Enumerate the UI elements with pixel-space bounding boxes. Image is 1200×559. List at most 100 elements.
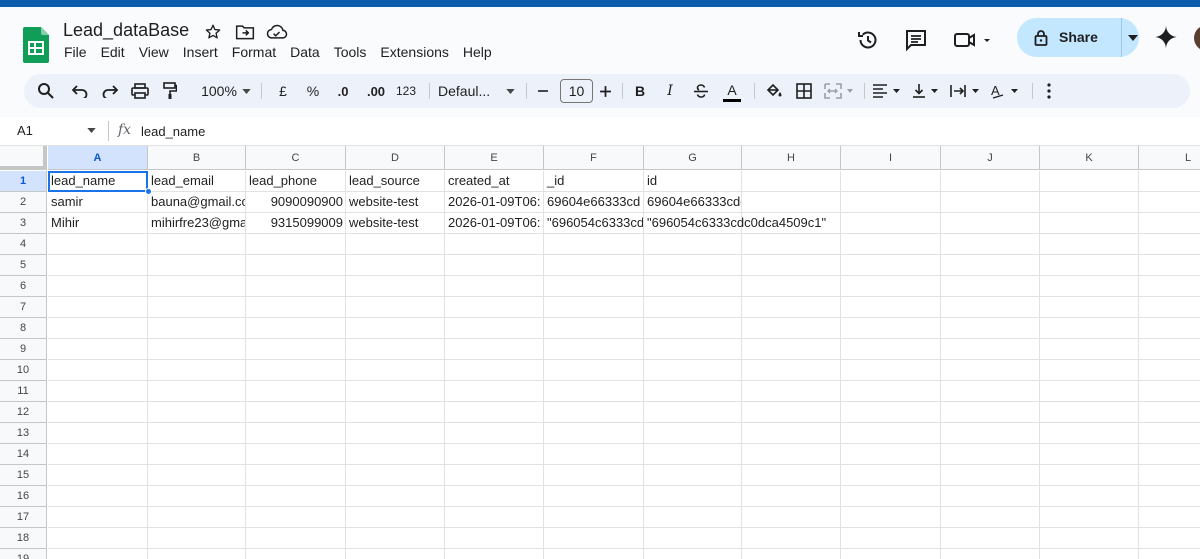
column-header-d[interactable]: D xyxy=(346,146,445,170)
text-wrapping-icon[interactable] xyxy=(948,74,984,108)
cell-c19[interactable] xyxy=(246,549,346,559)
cell-i10[interactable] xyxy=(841,360,941,381)
cell-g19[interactable] xyxy=(644,549,742,559)
cell-e19[interactable] xyxy=(445,549,544,559)
column-header-e[interactable]: E xyxy=(445,146,544,170)
cell-g9[interactable] xyxy=(644,339,742,360)
cell-d7[interactable] xyxy=(346,297,445,318)
cell-d11[interactable] xyxy=(346,381,445,402)
row-header-8[interactable]: 8 xyxy=(0,318,47,339)
menu-extensions[interactable]: Extensions xyxy=(373,44,455,60)
cell-i6[interactable] xyxy=(841,276,941,297)
cell-b1[interactable]: lead_email xyxy=(148,171,246,192)
cell-l14[interactable] xyxy=(1139,444,1200,465)
cell-k17[interactable] xyxy=(1040,507,1139,528)
cell-b7[interactable] xyxy=(148,297,246,318)
cell-k18[interactable] xyxy=(1040,528,1139,549)
font-select[interactable]: Defaul... xyxy=(438,74,500,108)
cell-l16[interactable] xyxy=(1139,486,1200,507)
cell-h17[interactable] xyxy=(742,507,841,528)
cell-f13[interactable] xyxy=(544,423,644,444)
cell-e9[interactable] xyxy=(445,339,544,360)
cell-e1[interactable]: created_at xyxy=(445,171,544,192)
cell-k19[interactable] xyxy=(1040,549,1139,559)
cell-j11[interactable] xyxy=(941,381,1040,402)
column-header-b[interactable]: B xyxy=(148,146,246,170)
cell-i1[interactable] xyxy=(841,171,941,192)
cell-g17[interactable] xyxy=(644,507,742,528)
move-folder-icon[interactable] xyxy=(234,22,256,42)
cell-a6[interactable] xyxy=(48,276,148,297)
column-header-k[interactable]: K xyxy=(1040,146,1139,170)
cell-a1[interactable]: lead_name xyxy=(48,171,148,192)
strikethrough-icon[interactable] xyxy=(690,74,712,108)
cell-d14[interactable] xyxy=(346,444,445,465)
comments-icon[interactable] xyxy=(900,24,932,56)
cell-c2[interactable]: 9090090900 xyxy=(246,192,346,213)
formula-input[interactable]: lead_name xyxy=(141,124,205,139)
cell-e5[interactable] xyxy=(445,255,544,276)
cell-a12[interactable] xyxy=(48,402,148,423)
cell-e10[interactable] xyxy=(445,360,544,381)
cell-f1[interactable]: _id xyxy=(544,171,644,192)
share-dropdown-icon[interactable] xyxy=(1128,35,1138,41)
cell-j17[interactable] xyxy=(941,507,1040,528)
cell-l19[interactable] xyxy=(1139,549,1200,559)
row-header-4[interactable]: 4 xyxy=(0,234,47,255)
row-header-11[interactable]: 11 xyxy=(0,381,47,402)
cell-b5[interactable] xyxy=(148,255,246,276)
cell-f5[interactable] xyxy=(544,255,644,276)
cell-j1[interactable] xyxy=(941,171,1040,192)
cell-c10[interactable] xyxy=(246,360,346,381)
cell-d8[interactable] xyxy=(346,318,445,339)
cell-b9[interactable] xyxy=(148,339,246,360)
cell-g8[interactable] xyxy=(644,318,742,339)
cell-d13[interactable] xyxy=(346,423,445,444)
cell-k3[interactable] xyxy=(1040,213,1139,234)
menu-format[interactable]: Format xyxy=(225,44,283,60)
cell-h19[interactable] xyxy=(742,549,841,559)
cell-k4[interactable] xyxy=(1040,234,1139,255)
cell-f16[interactable] xyxy=(544,486,644,507)
column-header-i[interactable]: I xyxy=(841,146,941,170)
cell-c11[interactable] xyxy=(246,381,346,402)
cell-d4[interactable] xyxy=(346,234,445,255)
cell-j13[interactable] xyxy=(941,423,1040,444)
column-header-f[interactable]: F xyxy=(544,146,644,170)
bold-button[interactable]: B xyxy=(630,74,650,108)
cell-b8[interactable] xyxy=(148,318,246,339)
currency-format-button[interactable]: £ xyxy=(272,74,294,108)
cell-j10[interactable] xyxy=(941,360,1040,381)
cell-d9[interactable] xyxy=(346,339,445,360)
menu-tools[interactable]: Tools xyxy=(327,44,374,60)
cell-e17[interactable] xyxy=(445,507,544,528)
row-header-15[interactable]: 15 xyxy=(0,465,47,486)
cell-l10[interactable] xyxy=(1139,360,1200,381)
cell-a19[interactable] xyxy=(48,549,148,559)
cell-f9[interactable] xyxy=(544,339,644,360)
cell-g18[interactable] xyxy=(644,528,742,549)
cell-b15[interactable] xyxy=(148,465,246,486)
column-header-g[interactable]: G xyxy=(644,146,742,170)
cell-f6[interactable] xyxy=(544,276,644,297)
cell-c16[interactable] xyxy=(246,486,346,507)
more-options-icon[interactable] xyxy=(1038,74,1060,108)
cell-c5[interactable] xyxy=(246,255,346,276)
column-header-l[interactable]: L xyxy=(1139,146,1200,170)
cell-a4[interactable] xyxy=(48,234,148,255)
cell-j4[interactable] xyxy=(941,234,1040,255)
zoom-dropdown-icon[interactable] xyxy=(240,74,252,108)
cell-e2[interactable]: 2026-01-09T06: xyxy=(445,192,544,213)
row-header-13[interactable]: 13 xyxy=(0,423,47,444)
cell-h9[interactable] xyxy=(742,339,841,360)
cell-b10[interactable] xyxy=(148,360,246,381)
cell-k7[interactable] xyxy=(1040,297,1139,318)
cell-f15[interactable] xyxy=(544,465,644,486)
cell-c6[interactable] xyxy=(246,276,346,297)
cell-d18[interactable] xyxy=(346,528,445,549)
cell-c1[interactable]: lead_phone xyxy=(246,171,346,192)
cell-j9[interactable] xyxy=(941,339,1040,360)
cell-k9[interactable] xyxy=(1040,339,1139,360)
cell-g4[interactable] xyxy=(644,234,742,255)
cell-a5[interactable] xyxy=(48,255,148,276)
